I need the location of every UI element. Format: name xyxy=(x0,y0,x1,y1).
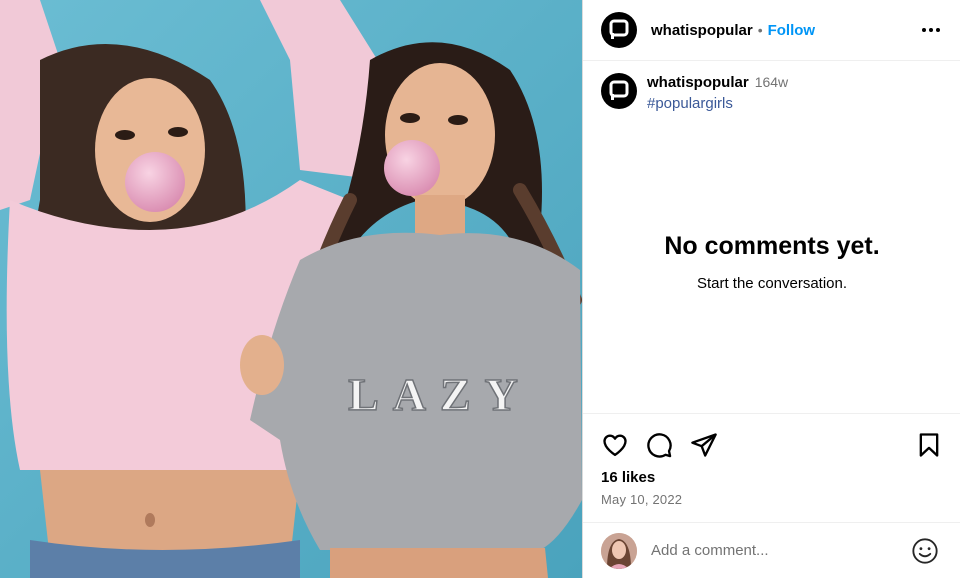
more-horizontal-icon xyxy=(922,28,940,32)
sweatshirt-text: LAZY xyxy=(348,369,532,420)
likes-count[interactable]: 16 likes xyxy=(601,469,655,486)
empty-comments: No comments yet. Start the conversation. xyxy=(583,232,960,292)
post-photo[interactable]: LAZY xyxy=(0,0,582,578)
empty-comments-subtitle: Start the conversation. xyxy=(696,275,848,292)
comment-button[interactable] xyxy=(645,431,673,459)
caption-avatar[interactable] xyxy=(601,73,637,109)
post-caption: whatispopular 164w #populargirls xyxy=(601,73,788,112)
action-bar xyxy=(601,431,943,459)
save-button[interactable] xyxy=(915,431,943,459)
post-header: whatispopular • Follow xyxy=(583,0,960,61)
comment-icon xyxy=(647,433,672,458)
popular-logo-icon xyxy=(609,19,629,39)
post-date[interactable]: May 10, 2022 xyxy=(601,492,682,507)
comment-bar xyxy=(583,522,960,578)
header-separator: • xyxy=(757,22,763,38)
heart-icon xyxy=(603,434,627,457)
share-icon xyxy=(691,433,717,457)
caption-username[interactable]: whatispopular xyxy=(647,74,749,91)
user-avatar xyxy=(601,532,637,569)
empty-comments-title: No comments yet. xyxy=(664,232,880,260)
user-avatar-image xyxy=(601,532,637,569)
header-username[interactable]: whatispopular xyxy=(651,22,753,39)
post-sidebar: whatispopular • Follow whatispopular 164w… xyxy=(582,0,960,578)
more-options-button[interactable] xyxy=(919,18,943,42)
follow-button[interactable]: Follow xyxy=(768,22,816,39)
emoji-icon xyxy=(912,538,938,564)
caption-hashtag[interactable]: #populargirls xyxy=(647,95,788,112)
share-button[interactable] xyxy=(690,431,718,459)
post-photo-illustration: LAZY xyxy=(0,0,582,578)
bookmark-icon xyxy=(919,433,939,457)
account-avatar[interactable] xyxy=(601,12,637,48)
emoji-button[interactable] xyxy=(911,537,939,565)
comment-input[interactable] xyxy=(651,542,901,559)
post-age: 164w xyxy=(754,74,789,90)
like-button[interactable] xyxy=(601,431,629,459)
popular-logo-icon xyxy=(609,80,629,100)
